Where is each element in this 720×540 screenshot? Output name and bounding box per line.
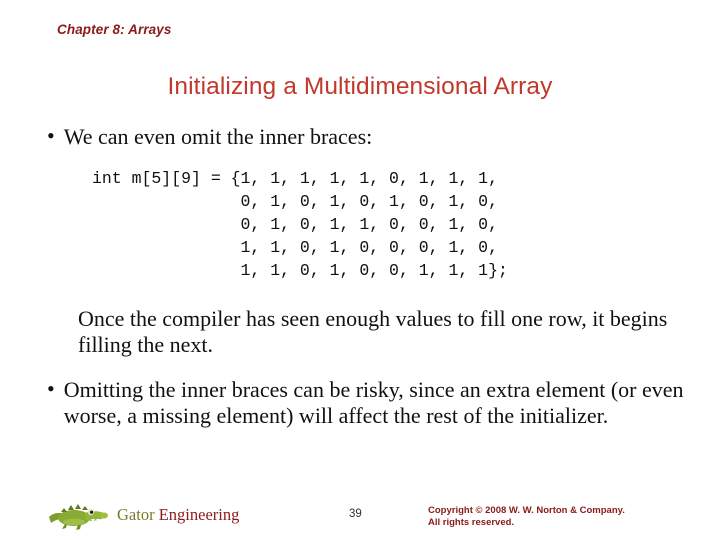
- chapter-label: Chapter 8: Arrays: [57, 22, 172, 37]
- page-title: Initializing a Multidimensional Array: [167, 73, 553, 100]
- bullet-item-1-label: We can even omit the inner braces:: [63, 124, 373, 149]
- bullet-marker-icon: •: [47, 376, 55, 401]
- page-number: 39: [349, 508, 362, 520]
- code-block: int m[5][9] = {1, 1, 1, 1, 1, 0, 1, 1, 1…: [92, 169, 508, 280]
- bullet-item-1: • We can even omit the inner braces:: [47, 123, 687, 150]
- slide: Chapter 8: Arrays Initializing a Multidi…: [0, 0, 720, 540]
- bullet-marker-icon: •: [47, 123, 55, 148]
- explanation-paragraph: Once the compiler has seen enough values…: [78, 306, 668, 357]
- brand-label-engineering: Engineering: [154, 505, 240, 524]
- copyright-notice: Copyright © 2008 W. W. Norton & Company.…: [428, 505, 625, 529]
- copyright-line-2: All rights reserved.: [428, 517, 515, 529]
- brand-label: Gator Engineering: [117, 505, 239, 525]
- bullet-item-2: • Omitting the inner braces can be risky…: [47, 376, 692, 428]
- bullet-item-2-label: Omitting the inner braces can be risky, …: [63, 377, 684, 428]
- copyright-line-1: Copyright © 2008 W. W. Norton & Company.: [428, 505, 625, 516]
- brand-label-gator: Gator: [117, 505, 155, 524]
- gator-logo-icon: [49, 504, 108, 530]
